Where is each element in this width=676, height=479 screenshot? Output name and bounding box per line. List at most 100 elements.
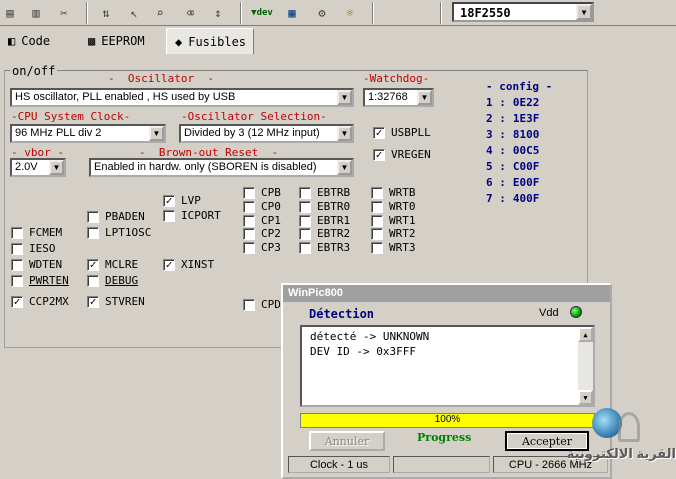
xinst-checkbox[interactable]: ✓ XINST (163, 258, 214, 271)
cpu-clock-select[interactable]: 96 MHz PLL div 2 ▼ (10, 124, 166, 143)
scroll-up-icon[interactable]: ▲ (578, 327, 593, 342)
checkbox-box[interactable] (299, 186, 311, 199)
checkbox-box[interactable] (243, 298, 255, 311)
vbor-select[interactable]: 2.0V ▼ (10, 158, 66, 177)
tab-eeprom[interactable]: ▩ EEPROM (80, 28, 153, 54)
wrtb-checkbox[interactable]: WRTB (371, 186, 416, 199)
erase-icon[interactable]: ⌫ (180, 3, 200, 23)
checkbox-box[interactable]: ✓ (373, 148, 385, 161)
chevron-down-icon[interactable]: ▼ (337, 160, 352, 175)
toolbar-separator (372, 2, 374, 24)
checkbox-box[interactable] (243, 200, 255, 213)
debug-checkbox[interactable]: DEBUG (87, 274, 138, 287)
vregen-checkbox[interactable]: ✓ VREGEN (373, 148, 431, 161)
mclre-checkbox[interactable]: ✓ MCLRE (87, 258, 138, 271)
checkbox-box[interactable] (87, 274, 99, 287)
log-scrollbar[interactable]: ▲ ▼ (578, 327, 593, 405)
wrt2-checkbox[interactable]: WRT2 (371, 227, 416, 240)
icport-checkbox[interactable]: ICPORT (163, 209, 221, 222)
usbpll-checkbox[interactable]: ✓ USBPLL (373, 126, 431, 139)
checkbox-box[interactable] (371, 227, 383, 240)
chevron-down-icon[interactable]: ▼ (417, 90, 432, 105)
hardware-icon[interactable]: ☼ (340, 3, 360, 23)
checkbox-box[interactable] (163, 209, 175, 222)
checkbox-box[interactable] (243, 227, 255, 240)
stvren-checkbox[interactable]: ✓ STVREN (87, 295, 145, 308)
watchdog-select[interactable]: 1:32768 ▼ (363, 88, 434, 107)
cp3-checkbox[interactable]: CP3 (243, 241, 281, 254)
ebtr3-checkbox[interactable]: EBTR3 (299, 241, 350, 254)
checkbox-box[interactable] (371, 241, 383, 254)
cp0-checkbox[interactable]: CP0 (243, 200, 281, 213)
checkbox-box[interactable] (243, 214, 255, 227)
checkbox-box[interactable] (87, 210, 99, 223)
ebtr0-checkbox[interactable]: EBTR0 (299, 200, 350, 213)
oscillator-select[interactable]: HS oscillator, PLL enabled , HS used by … (10, 88, 354, 107)
wrt1-checkbox[interactable]: WRT1 (371, 214, 416, 227)
checkbox-box[interactable] (371, 186, 383, 199)
cp2-checkbox[interactable]: CP2 (243, 227, 281, 240)
osc-selection-select[interactable]: Divided by 3 (12 MHz input) ▼ (179, 124, 354, 143)
cpb-checkbox[interactable]: CPB (243, 186, 281, 199)
pbaden-checkbox[interactable]: PBADEN (87, 210, 145, 223)
cp1-checkbox[interactable]: CP1 (243, 214, 281, 227)
checkbox-box[interactable] (243, 241, 255, 254)
detection-log[interactable]: détecté -> UNKNOWN DEV ID -> 0x3FFF ▲ ▼ (300, 325, 595, 407)
ieso-checkbox[interactable]: IESO (11, 242, 56, 255)
wrt3-checkbox[interactable]: WRT3 (371, 241, 416, 254)
checkbox-box[interactable] (11, 226, 23, 239)
checkbox-label: DEBUG (105, 274, 139, 287)
checkbox-box[interactable] (299, 241, 311, 254)
tab-code[interactable]: ◧ Code (0, 28, 58, 54)
checkbox-box[interactable]: ✓ (373, 126, 385, 139)
wdten-checkbox[interactable]: WDTEN (11, 258, 62, 271)
reset-icon[interactable]: ↕ (208, 3, 228, 23)
wrt0-checkbox[interactable]: WRT0 (371, 200, 416, 213)
checkbox-box[interactable]: ✓ (163, 194, 175, 207)
checkbox-box[interactable]: ✓ (87, 295, 99, 308)
ebtrb-checkbox[interactable]: EBTRB (299, 186, 350, 199)
paste-icon[interactable]: ▥ (26, 3, 46, 23)
checkbox-box[interactable]: ✓ (163, 258, 175, 271)
lvp-checkbox[interactable]: ✓ LVP (163, 194, 201, 207)
pointer-icon[interactable]: ↖ (124, 3, 144, 23)
checkbox-box[interactable] (299, 200, 311, 213)
detect-device-icon[interactable]: ▼dev (251, 3, 273, 23)
chevron-down-icon[interactable]: ▼ (337, 126, 352, 141)
read-device-icon[interactable]: ⇅ (96, 3, 116, 23)
chevron-down-icon[interactable]: ▼ (149, 126, 164, 141)
chevron-down-icon[interactable]: ▼ (337, 90, 352, 105)
pwrten-checkbox[interactable]: PWRTEN (11, 274, 69, 287)
checkbox-box[interactable] (299, 227, 311, 240)
ebtr2-checkbox[interactable]: EBTR2 (299, 227, 350, 240)
cancel-button[interactable]: Annuler (309, 431, 385, 451)
brownout-select[interactable]: Enabled in hardw. only (SBOREN is disabl… (89, 158, 354, 177)
checkbox-box[interactable] (87, 226, 99, 239)
checkbox-box[interactable] (11, 242, 23, 255)
cpd-checkbox[interactable]: CPD (243, 298, 281, 311)
settings-icon[interactable]: ⚙ (312, 3, 332, 23)
tab-fusibles[interactable]: ◆ Fusibles (166, 28, 254, 54)
checkbox-box[interactable]: ✓ (87, 258, 99, 271)
search-icon[interactable]: ⌕ (150, 3, 170, 23)
checkbox-box[interactable] (299, 214, 311, 227)
checkbox-box[interactable] (243, 186, 255, 199)
ebtr1-checkbox[interactable]: EBTR1 (299, 214, 350, 227)
checkbox-box[interactable] (371, 200, 383, 213)
ccp2mx-checkbox[interactable]: ✓ CCP2MX (11, 295, 69, 308)
config-entry: 1 : 0E22 (486, 96, 539, 109)
checkbox-box[interactable]: ✓ (11, 295, 23, 308)
open-file-icon[interactable]: ▤ (0, 3, 20, 23)
checkbox-box[interactable] (11, 274, 23, 287)
fcmem-checkbox[interactable]: FCMEM (11, 226, 62, 239)
checkbox-box[interactable] (371, 214, 383, 227)
cut-icon[interactable]: ✂ (54, 3, 74, 23)
scroll-down-icon[interactable]: ▼ (578, 390, 593, 405)
device-select[interactable]: 18F2550 ▼ (452, 2, 594, 22)
chevron-down-icon[interactable]: ▼ (576, 4, 592, 20)
config-entry-value: 1E3F (512, 112, 540, 125)
chip-icon[interactable]: ▦ (282, 3, 302, 23)
lpt1osc-checkbox[interactable]: LPT1OSC (87, 226, 151, 239)
checkbox-box[interactable] (11, 258, 23, 271)
chevron-down-icon[interactable]: ▼ (49, 160, 64, 175)
